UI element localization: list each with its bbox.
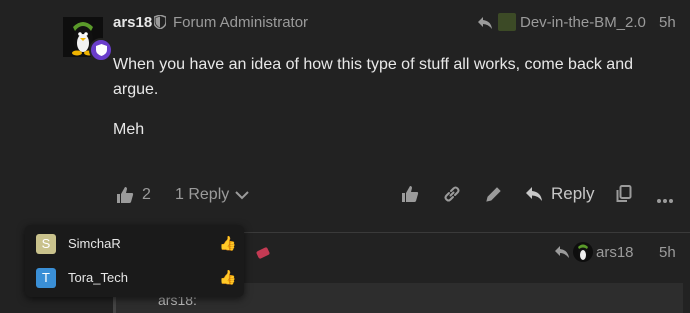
liker-name: SimchaR <box>68 236 121 251</box>
post-date[interactable]: 5h <box>659 244 676 261</box>
liker-item[interactable]: S SimchaR 👍 <box>25 227 244 261</box>
thumbs-up-emoji-icon: 👍 <box>219 235 237 251</box>
copy-button[interactable] <box>616 185 632 208</box>
link-icon <box>444 186 460 202</box>
reply-button[interactable]: Reply <box>525 184 594 204</box>
liker-item[interactable]: T Tora_Tech 👍 <box>25 261 244 295</box>
reply-to-arrow-icon <box>554 244 570 265</box>
emoji-icon <box>255 246 271 265</box>
shield-icon <box>153 14 167 34</box>
post-date[interactable]: 5h <box>659 14 676 31</box>
reply-to-username[interactable]: Dev-in-the-BM_2.0 <box>520 14 646 31</box>
thumbs-up-emoji-icon: 👍 <box>219 269 237 285</box>
author-title: Forum Administrator <box>173 14 309 31</box>
copy-link-button[interactable] <box>443 185 461 208</box>
thumbs-up-icon <box>402 186 419 202</box>
pencil-icon <box>486 187 501 202</box>
copy-icon <box>616 185 632 202</box>
post-paragraph: Meh <box>113 121 145 138</box>
reply-to-avatar[interactable] <box>573 242 593 262</box>
chevron-down-icon <box>235 191 249 200</box>
edit-button[interactable] <box>485 185 503 208</box>
like-button[interactable] <box>401 185 419 208</box>
reply-to-avatar[interactable] <box>498 13 516 31</box>
thumbs-up-icon[interactable] <box>116 186 134 209</box>
liker-name: Tora_Tech <box>68 270 128 285</box>
like-count[interactable]: 2 <box>142 186 151 204</box>
reply-to-username[interactable]: ars18 <box>596 244 634 261</box>
liker-avatar: T <box>36 268 56 288</box>
post-paragraph: When you have an idea of how this type o… <box>113 56 633 98</box>
author-username[interactable]: ars18 <box>113 14 152 31</box>
replies-label: 1 Reply <box>175 186 230 203</box>
reply-label: Reply <box>551 184 595 203</box>
likers-popup: S SimchaR 👍 T Tora_Tech 👍 <box>25 225 244 297</box>
admin-badge-icon <box>89 38 113 62</box>
ellipsis-icon <box>657 199 673 203</box>
reply-to-arrow-icon <box>477 15 493 36</box>
liker-avatar: S <box>36 234 56 254</box>
reply-arrow-icon <box>526 187 542 201</box>
more-options-button[interactable] <box>656 191 674 209</box>
replies-toggle-button[interactable]: 1 Reply <box>175 186 249 204</box>
